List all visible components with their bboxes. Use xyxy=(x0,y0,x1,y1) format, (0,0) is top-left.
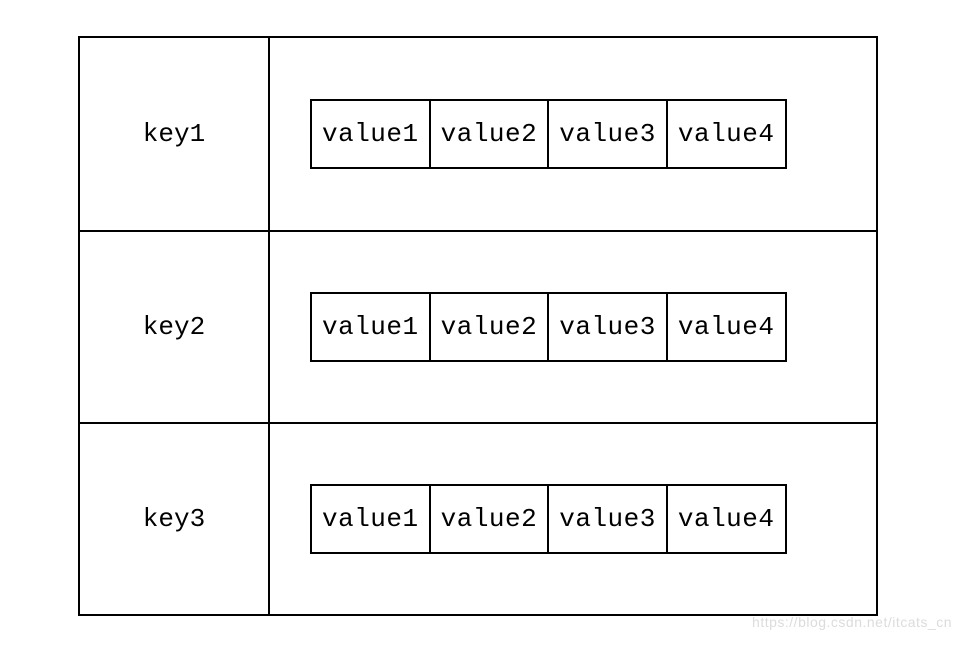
key-label: key1 xyxy=(143,119,205,149)
value-item: value4 xyxy=(666,99,787,169)
value-label: value1 xyxy=(322,119,419,149)
key-cell: key1 xyxy=(80,38,270,230)
values-cell: value1 value2 value3 value4 xyxy=(270,232,876,422)
value-item: value2 xyxy=(429,292,550,362)
value-label: value1 xyxy=(322,504,419,534)
value-item: value2 xyxy=(429,99,550,169)
value-label: value1 xyxy=(322,312,419,342)
value-item: value3 xyxy=(547,99,668,169)
value-item: value1 xyxy=(310,484,431,554)
value-label: value4 xyxy=(678,312,775,342)
key-label: key2 xyxy=(143,312,205,342)
value-label: value4 xyxy=(678,119,775,149)
value-item: value4 xyxy=(666,292,787,362)
diagram-table: key1 value1 value2 value3 value4 key2 va… xyxy=(78,36,878,616)
value-list: value1 value2 value3 value4 xyxy=(310,99,787,169)
value-item: value1 xyxy=(310,292,431,362)
value-item: value3 xyxy=(547,484,668,554)
value-item: value1 xyxy=(310,99,431,169)
table-row: key3 value1 value2 value3 value4 xyxy=(80,422,876,614)
value-label: value2 xyxy=(441,119,538,149)
value-label: value2 xyxy=(441,312,538,342)
value-label: value3 xyxy=(559,119,656,149)
key-cell: key3 xyxy=(80,424,270,614)
value-item: value2 xyxy=(429,484,550,554)
values-cell: value1 value2 value3 value4 xyxy=(270,38,876,230)
values-cell: value1 value2 value3 value4 xyxy=(270,424,876,614)
key-label: key3 xyxy=(143,504,205,534)
table-row: key2 value1 value2 value3 value4 xyxy=(80,230,876,422)
value-list: value1 value2 value3 value4 xyxy=(310,292,787,362)
value-label: value3 xyxy=(559,504,656,534)
value-list: value1 value2 value3 value4 xyxy=(310,484,787,554)
value-item: value3 xyxy=(547,292,668,362)
value-item: value4 xyxy=(666,484,787,554)
value-label: value2 xyxy=(441,504,538,534)
table-row: key1 value1 value2 value3 value4 xyxy=(80,38,876,230)
watermark-text: https://blog.csdn.net/itcats_cn xyxy=(752,614,952,630)
value-label: value3 xyxy=(559,312,656,342)
key-cell: key2 xyxy=(80,232,270,422)
value-label: value4 xyxy=(678,504,775,534)
